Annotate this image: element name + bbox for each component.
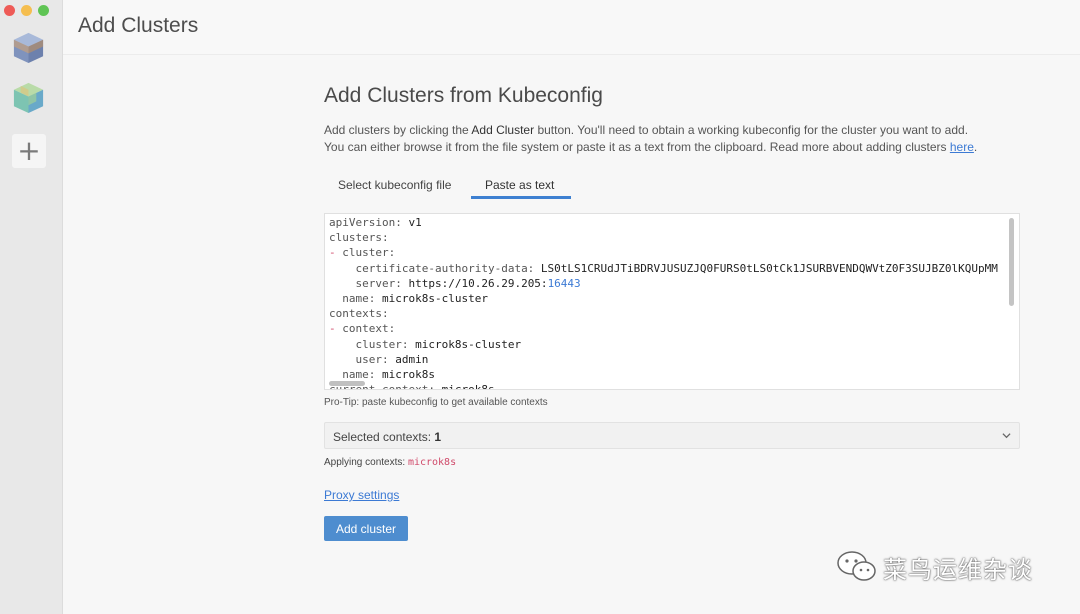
add-cluster-button[interactable]: Add cluster xyxy=(324,516,408,541)
yaml-key: contexts: xyxy=(329,307,389,321)
window-controls xyxy=(4,5,49,16)
desc-text: Add clusters by clicking the xyxy=(324,123,472,137)
main-panel: Add Clusters from Kubeconfig Add cluster… xyxy=(63,55,1080,614)
applying-label: Applying contexts: xyxy=(324,457,408,468)
maximize-window-button[interactable] xyxy=(38,5,49,16)
yaml-key: context: xyxy=(342,322,396,336)
yaml-value: https://10.26.29.205: xyxy=(401,276,548,290)
proxy-settings-link[interactable]: Proxy settings xyxy=(324,488,399,502)
yaml-value: microk8s-cluster xyxy=(408,337,522,351)
close-window-button[interactable] xyxy=(4,5,15,16)
watermark-text: 菜鸟运维杂谈 xyxy=(883,555,1033,584)
desc-line-2: You can either browse it from the file s… xyxy=(324,140,950,154)
contexts-count: 1 xyxy=(434,430,442,444)
code-line: name: microk8s-cluster xyxy=(329,291,1005,306)
yaml-port: 16443 xyxy=(547,276,581,290)
code-line: server: https://10.26.29.205:16443 xyxy=(329,276,1005,291)
desc-end: . xyxy=(973,140,978,154)
applying-value: microk8s xyxy=(407,457,457,468)
yaml-value: microk8s-cluster xyxy=(375,292,488,306)
code-line: - context: xyxy=(329,321,1005,336)
code-line: apiVersion: v1 xyxy=(329,215,1005,230)
add-cluster-plus-button[interactable]: + xyxy=(12,134,46,168)
here-link[interactable]: here xyxy=(950,140,974,154)
yaml-value: v1 xyxy=(401,216,422,229)
selected-contexts-label: Selected contexts: 1 xyxy=(333,430,441,444)
cluster-2-cube-icon[interactable] xyxy=(11,80,46,115)
yaml-key: cluster: xyxy=(342,246,396,260)
yaml-key: certificate-authority-data: xyxy=(355,261,535,275)
code-line: current-context: microk8s xyxy=(329,382,1005,390)
description: Add clusters by clicking the Add Cluster… xyxy=(324,122,1024,156)
page-title: Add Clusters xyxy=(78,14,199,37)
yaml-key: name: xyxy=(342,368,376,382)
cluster-1-cube-icon[interactable] xyxy=(11,30,46,65)
yaml-value: microk8s xyxy=(375,368,435,382)
selected-contexts-select[interactable]: Selected contexts: 1 xyxy=(324,422,1020,449)
pro-tip: Pro-Tip: paste kubeconfig to get availab… xyxy=(324,397,548,408)
yaml-key: apiVersion: xyxy=(329,216,402,229)
applying-contexts: Applying contexts: microk8s xyxy=(324,457,456,468)
code-line: name: microk8s xyxy=(329,367,1005,382)
yaml-dash: - xyxy=(329,246,343,260)
watermark: 菜鸟运维杂谈 xyxy=(835,549,1033,585)
yaml-value: microk8s xyxy=(434,383,495,390)
yaml-key: clusters: xyxy=(329,231,389,245)
yaml-value: admin xyxy=(388,352,429,366)
yaml-key: name: xyxy=(342,292,376,306)
chevron-down-icon xyxy=(1002,433,1011,439)
code-line: contexts: xyxy=(329,306,1005,321)
kubeconfig-editor[interactable]: apiVersion: v1 clusters: - cluster: certif… xyxy=(324,213,1020,390)
window-header: Add Clusters xyxy=(63,0,1080,55)
contexts-label-text: Selected contexts: xyxy=(333,430,435,444)
code-line: clusters: xyxy=(329,230,1005,245)
code-line: cluster: microk8s-cluster xyxy=(329,337,1005,352)
section-title: Add Clusters from Kubeconfig xyxy=(324,84,603,107)
tab-paste-text[interactable]: Paste as text xyxy=(471,173,571,199)
code-line: user: admin xyxy=(329,352,1005,367)
yaml-value: LS0tLS1CRUdJTiBDRVJUSUZJQ0FURS0tLS0tCk1J… xyxy=(534,261,998,275)
code-line: - cluster: xyxy=(329,245,1005,260)
source-tabs: Select kubeconfig file Paste as text xyxy=(324,173,571,201)
editor-horizontal-scrollbar[interactable] xyxy=(329,381,365,386)
kubeconfig-text[interactable]: apiVersion: v1 clusters: - cluster: certif… xyxy=(329,215,1005,390)
yaml-key: cluster: xyxy=(355,337,409,351)
desc-text-2: button. You'll need to obtain a working … xyxy=(534,123,969,137)
wechat-icon xyxy=(837,551,876,581)
minimize-window-button[interactable] xyxy=(21,5,32,16)
yaml-key: user: xyxy=(355,352,389,366)
editor-vertical-scrollbar[interactable] xyxy=(1009,218,1014,306)
code-line: certificate-authority-data: LS0tLS1CRUdJ… xyxy=(329,261,1005,276)
tab-select-file[interactable]: Select kubeconfig file xyxy=(324,173,471,199)
cluster-rail: + xyxy=(0,0,63,614)
yaml-dash: - xyxy=(329,322,343,336)
yaml-key: server: xyxy=(355,276,402,290)
desc-bold: Add Cluster xyxy=(471,123,535,137)
plus-icon: + xyxy=(17,134,41,167)
